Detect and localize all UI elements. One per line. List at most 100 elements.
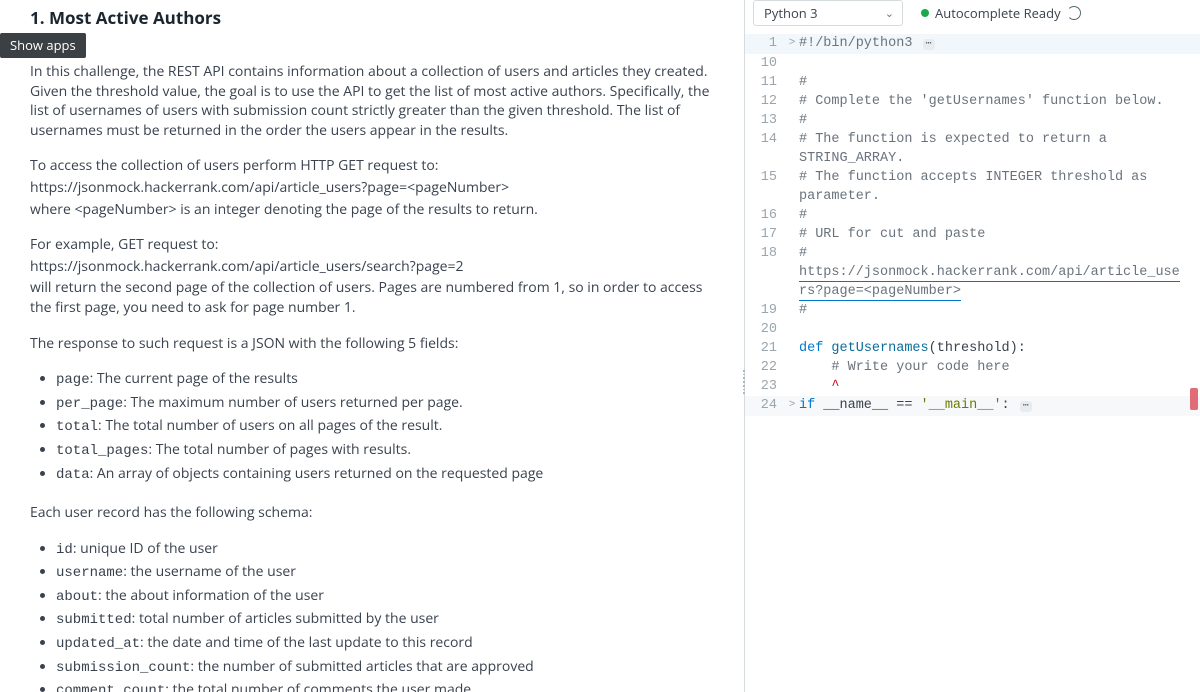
code-text[interactable]: # bbox=[799, 301, 1200, 320]
code-text[interactable]: # Write your code here bbox=[799, 358, 1200, 377]
line-number: 23 bbox=[745, 377, 785, 396]
code-line[interactable]: 19 # bbox=[745, 301, 1200, 320]
line-number: 20 bbox=[745, 320, 785, 339]
line-number: 11 bbox=[745, 73, 785, 92]
code-text[interactable]: ^ bbox=[799, 377, 1200, 396]
language-select-label: Python 3 bbox=[764, 4, 818, 22]
schema-desc: : the number of submitted articles that … bbox=[190, 657, 533, 676]
fields-list: page: The current page of the results per… bbox=[30, 369, 714, 485]
schema-desc: : total number of articles submitted by … bbox=[132, 609, 439, 628]
list-item: about: the about information of the user bbox=[56, 586, 714, 608]
code-line[interactable]: 14 # The function is expected to return a… bbox=[745, 130, 1200, 168]
schema-name: submitted bbox=[56, 612, 132, 628]
code-text[interactable]: if __name__ == '__main__': ⋯ bbox=[799, 396, 1200, 416]
line-number: 1 bbox=[745, 34, 785, 53]
field-name: total bbox=[56, 419, 98, 435]
field-desc: : The total number of users on all pages… bbox=[98, 416, 442, 435]
fold-toggle[interactable]: > bbox=[785, 34, 799, 53]
status-dot-icon bbox=[921, 9, 929, 17]
line-number: 22 bbox=[745, 358, 785, 377]
code-line[interactable]: 22 # Write your code here bbox=[745, 358, 1200, 377]
field-desc: : The maximum number of users returned p… bbox=[123, 393, 463, 412]
code-line[interactable]: 17 # URL for cut and paste bbox=[745, 225, 1200, 244]
code-text[interactable]: # https://jsonmock.hackerrank.com/api/ar… bbox=[799, 244, 1200, 301]
language-select[interactable]: Python 3 ⌄ bbox=[753, 0, 903, 26]
code-line[interactable]: 24>if __name__ == '__main__': ⋯ bbox=[745, 396, 1200, 416]
list-item: data: An array of objects containing use… bbox=[56, 464, 714, 486]
fields-lead: The response to such request is a JSON w… bbox=[30, 334, 714, 354]
fold-toggle[interactable]: > bbox=[785, 396, 799, 415]
line-number: 18 bbox=[745, 244, 785, 263]
problem-pane[interactable]: 1. Most Active Authors Show apps In this… bbox=[0, 0, 745, 692]
field-desc: : The current page of the results bbox=[90, 369, 298, 388]
example-lead: For example, GET request to: bbox=[30, 235, 714, 255]
list-item: comment_count: the total number of comme… bbox=[56, 680, 714, 692]
code-line[interactable]: 1>#!/bin/python3 ⋯ bbox=[745, 34, 1200, 54]
code-text[interactable]: # bbox=[799, 111, 1200, 130]
schema-desc: : the username of the user bbox=[123, 562, 296, 581]
code-line[interactable]: 13 # bbox=[745, 111, 1200, 130]
show-apps-button[interactable]: Show apps bbox=[0, 33, 86, 58]
field-name: data bbox=[56, 467, 90, 483]
line-number: 24 bbox=[745, 396, 785, 415]
refresh-icon bbox=[1067, 6, 1081, 20]
code-text[interactable]: # bbox=[799, 206, 1200, 225]
code-text[interactable]: # Complete the 'getUsernames' function b… bbox=[799, 92, 1200, 111]
line-number: 17 bbox=[745, 225, 785, 244]
code-line[interactable]: 11 # bbox=[745, 73, 1200, 92]
code-line[interactable]: 16# bbox=[745, 206, 1200, 225]
schema-name: about bbox=[56, 589, 98, 605]
schema-desc: : the total number of comments the user … bbox=[165, 680, 471, 692]
autocomplete-status[interactable]: Autocomplete Ready bbox=[921, 0, 1081, 26]
line-number: 19 bbox=[745, 301, 785, 320]
schema-name: comment_count bbox=[56, 683, 165, 692]
code-text[interactable]: def getUsernames(threshold): bbox=[799, 339, 1200, 358]
code-text[interactable]: # The function is expected to return a S… bbox=[799, 130, 1200, 168]
chevron-down-icon: ⌄ bbox=[885, 6, 894, 21]
schema-desc: : the date and time of the last update t… bbox=[140, 633, 473, 652]
schema-name: submission_count bbox=[56, 660, 190, 676]
field-name: page bbox=[56, 372, 90, 388]
schema-list: id: unique ID of the userusername: the u… bbox=[30, 539, 714, 692]
schema-name: updated_at bbox=[56, 636, 140, 652]
editor-pane: Python 3 ⌄ Autocomplete Ready 1>#!/bin/p… bbox=[745, 0, 1200, 692]
schema-name: username bbox=[56, 565, 123, 581]
schema-lead: Each user record has the following schem… bbox=[30, 503, 714, 523]
field-desc: : An array of objects containing users r… bbox=[90, 464, 544, 483]
code-text[interactable]: # URL for cut and paste bbox=[799, 225, 1200, 244]
list-item: total: The total number of users on all … bbox=[56, 416, 714, 438]
access-url: https://jsonmock.hackerrank.com/api/arti… bbox=[30, 178, 714, 198]
code-line[interactable]: 18 # https://jsonmock.hackerrank.com/api/… bbox=[745, 244, 1200, 301]
line-number: 14 bbox=[745, 130, 785, 149]
field-name: total_pages bbox=[56, 443, 148, 459]
list-item: updated_at: the date and time of the las… bbox=[56, 633, 714, 655]
line-number: 21 bbox=[745, 339, 785, 358]
problem-body: In this challenge, the REST API contains… bbox=[0, 58, 744, 692]
code-text[interactable]: # bbox=[799, 73, 1200, 92]
field-name: per_page bbox=[56, 396, 123, 412]
problem-title: 1. Most Active Authors bbox=[0, 0, 744, 35]
schema-name: id bbox=[56, 542, 73, 558]
line-number: 13 bbox=[745, 111, 785, 130]
line-number: 15 bbox=[745, 168, 785, 187]
example-url: https://jsonmock.hackerrank.com/api/arti… bbox=[30, 257, 714, 277]
code-line[interactable]: 21 def getUsernames(threshold): bbox=[745, 339, 1200, 358]
access-tail: where <pageNumber> is an integer denotin… bbox=[30, 200, 714, 220]
code-text[interactable]: #!/bin/python3 ⋯ bbox=[799, 34, 1200, 54]
list-item: page: The current page of the results bbox=[56, 369, 714, 391]
list-item: username: the username of the user bbox=[56, 562, 714, 584]
code-line[interactable]: 15 # The function accepts INTEGER thresho… bbox=[745, 168, 1200, 206]
list-item: id: unique ID of the user bbox=[56, 539, 714, 561]
minimap-error-marker bbox=[1190, 388, 1198, 410]
code-editor[interactable]: 1>#!/bin/python3 ⋯1011#12# Complete the … bbox=[745, 30, 1200, 692]
intro-paragraph: In this challenge, the REST API contains… bbox=[30, 62, 714, 140]
schema-desc: : unique ID of the user bbox=[73, 539, 218, 558]
schema-desc: : the about information of the user bbox=[98, 586, 324, 605]
code-line[interactable]: 10 bbox=[745, 54, 1200, 73]
code-line[interactable]: 23 ^ bbox=[745, 377, 1200, 396]
code-text[interactable]: # The function accepts INTEGER threshold… bbox=[799, 168, 1200, 206]
code-line[interactable]: 20 bbox=[745, 320, 1200, 339]
code-line[interactable]: 12# Complete the 'getUsernames' function… bbox=[745, 92, 1200, 111]
field-desc: : The total number of pages with results… bbox=[148, 440, 411, 459]
line-number: 10 bbox=[745, 54, 785, 73]
